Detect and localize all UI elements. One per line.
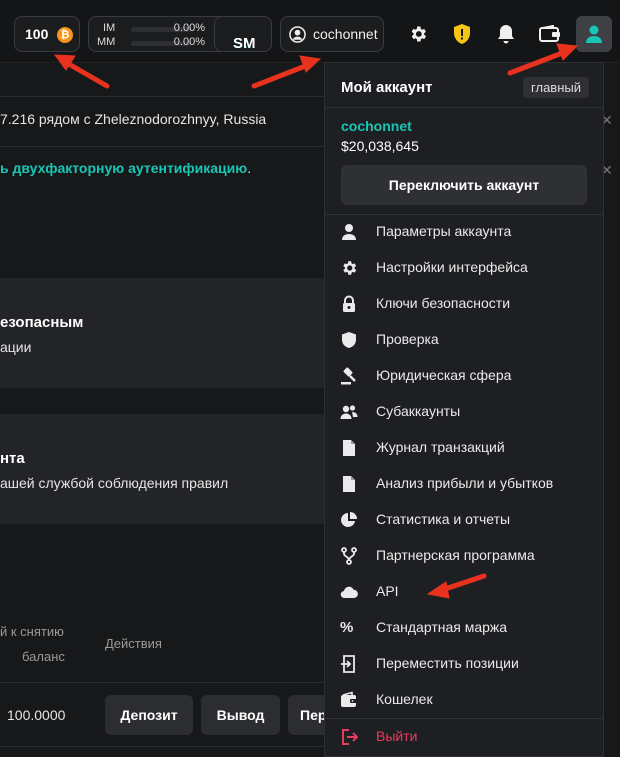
- annotation-arrows: [53, 43, 579, 599]
